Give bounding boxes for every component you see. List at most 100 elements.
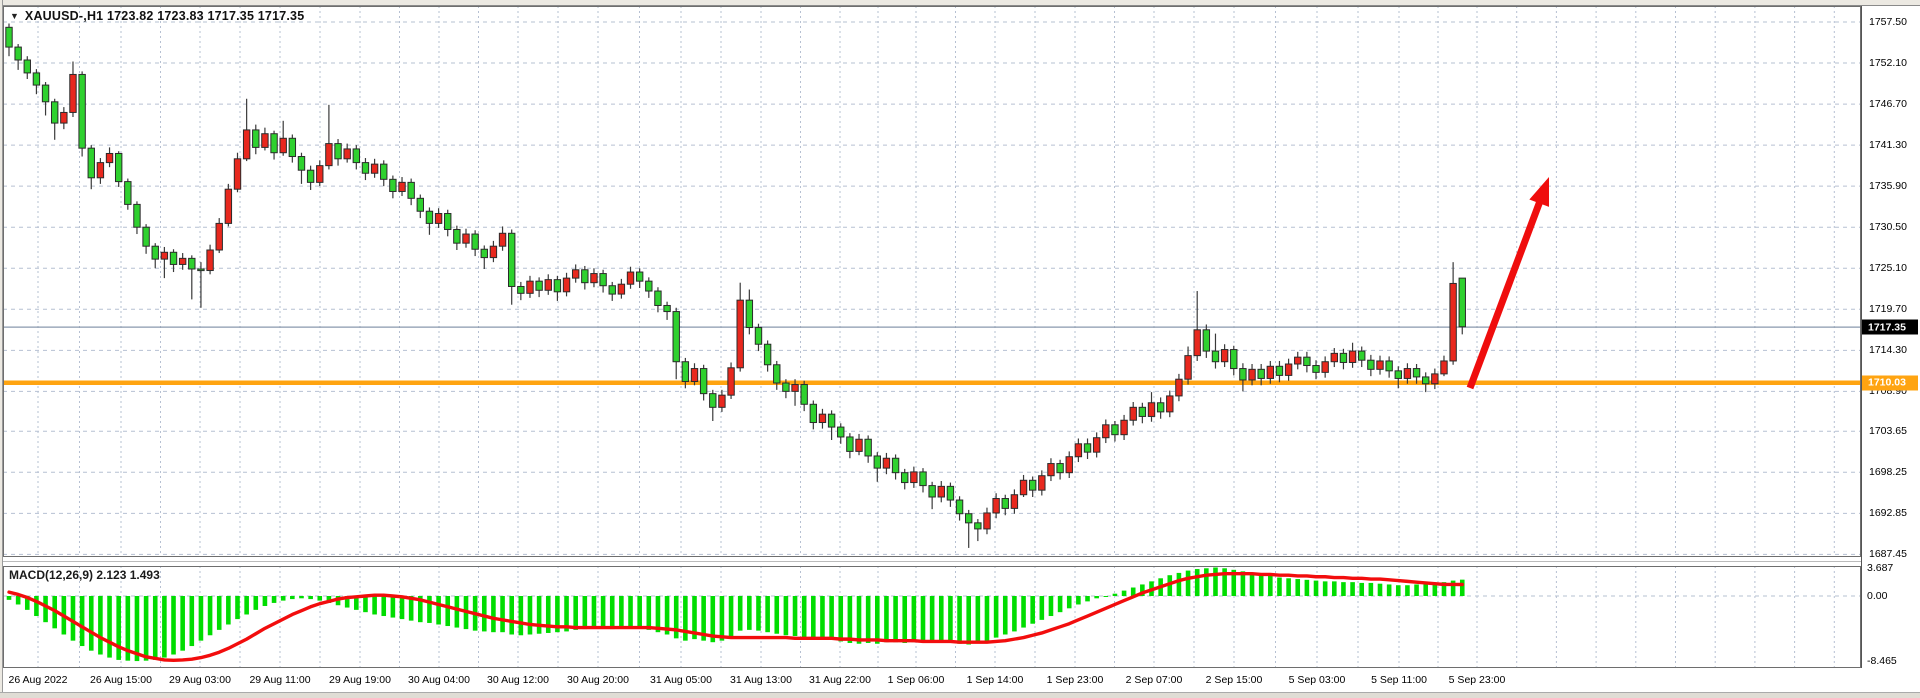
macd-histogram-bar [1268,576,1273,596]
candle-body [134,204,140,227]
macd-histogram-bar [1378,584,1383,596]
candle-body [1340,353,1346,362]
macd-histogram-bar [1295,579,1300,596]
time-axis-label: 31 Aug 13:00 [730,674,792,686]
candle-body [1304,357,1310,365]
macd-histogram-bar [253,596,258,610]
macd-histogram-bar [902,596,907,643]
main-pane[interactable] [3,6,1861,557]
macd-histogram-bar [683,596,688,641]
macd-histogram-bar [308,596,313,599]
macd-histogram-bar [528,596,533,635]
price-axis-label: 1730.50 [1869,221,1907,233]
time-axis[interactable]: 26 Aug 202226 Aug 15:0029 Aug 03:0029 Au… [0,668,1862,692]
macd-histogram-bar [747,596,752,630]
macd-histogram-bar [939,596,944,642]
candle-body [1048,464,1054,476]
price-axis[interactable]: 1757.501752.101746.701741.301735.901730.… [1862,0,1920,692]
macd-histogram-bar [1003,596,1008,635]
time-axis-label: 1 Sep 23:00 [1047,674,1104,686]
price-axis-label: 1735.90 [1869,180,1907,192]
candle-body [1029,480,1035,490]
macd-histogram-bar [1085,596,1090,601]
candle-body [984,513,990,529]
macd-histogram-bar [1186,571,1191,596]
candle-body [1039,476,1045,490]
candle-body [1368,360,1374,369]
main-pane-border [4,7,1861,557]
candle-body [426,211,432,223]
macd-histogram-bar [400,596,405,619]
macd-histogram-bar [848,596,853,643]
candle-body [1386,361,1392,371]
candle-body [1139,407,1145,416]
time-axis-label: 1 Sep 14:00 [967,674,1024,686]
macd-histogram-bar [153,596,158,660]
candle-body [1349,351,1355,362]
candle-body [390,179,396,191]
macd-histogram-bar [884,596,889,642]
macd-histogram-bar [893,596,898,642]
macd-histogram-bar [857,596,862,644]
price-axis-label: 1757.50 [1869,16,1907,28]
macd-histogram-bar [756,596,761,631]
macd-histogram-bar [98,596,103,655]
chart-canvas[interactable] [0,0,1862,692]
candle-body [1423,377,1429,384]
time-axis-label: 26 Aug 2022 [9,674,68,686]
window-left-edge [0,0,3,698]
macd-histogram-bar [1359,583,1364,596]
candle-body [408,182,414,198]
candle-body [1459,278,1465,327]
time-axis-label: 5 Sep 11:00 [1371,674,1427,686]
macd-axis-label: 0.00 [1867,590,1887,602]
macd-histogram-bar [436,596,441,624]
window-bottom-edge [0,692,1920,698]
candle-body [1359,351,1365,360]
candle-body [61,112,67,123]
candle-body [774,365,780,383]
candle-body [381,164,387,179]
candle-body [627,272,633,284]
candle-body [938,486,944,497]
candle-body [801,385,807,405]
macd-histogram-bar [217,596,222,630]
candle-body [52,102,58,123]
macd-histogram-bar [875,596,880,644]
macd-histogram-bar [1314,581,1319,596]
macd-histogram-bar [784,596,789,635]
macd-histogram-bar [272,596,277,603]
chevron-down-icon[interactable]: ▼ [10,12,19,21]
candle-body [1112,425,1118,435]
macd-histogram-bar [1058,596,1063,612]
macd-histogram-bar [1012,596,1017,631]
macd-histogram-bar [1433,584,1438,596]
candle-body [1057,464,1063,473]
macd-histogram-bar [738,596,743,631]
candle-body [563,278,569,292]
macd-histogram-bar [226,596,231,624]
candle-body [783,383,789,391]
macd-histogram-bar [829,596,834,640]
candle-body [1066,457,1072,473]
time-axis-label: 5 Sep 03:00 [1289,674,1346,686]
macd-pane[interactable] [3,566,1861,668]
candle-body [691,369,697,382]
candle-body [24,60,30,73]
macd-histogram-bar [592,596,597,628]
macd-histogram-bar [820,596,825,639]
candle-body [97,163,103,178]
candle-body [253,130,259,147]
candle-body [509,233,515,286]
candle-body [947,486,953,500]
candle-body [1276,366,1282,375]
trend-arrow-head [1529,177,1549,207]
macd-histogram-bar [71,596,76,641]
trend-arrow[interactable] [1470,177,1549,388]
macd-histogram-bar [957,596,962,644]
candle-body [1240,369,1246,380]
candle-body [445,214,451,230]
candle-body [1194,330,1200,356]
macd-histogram-bar [299,596,304,598]
candle-body [42,85,48,102]
